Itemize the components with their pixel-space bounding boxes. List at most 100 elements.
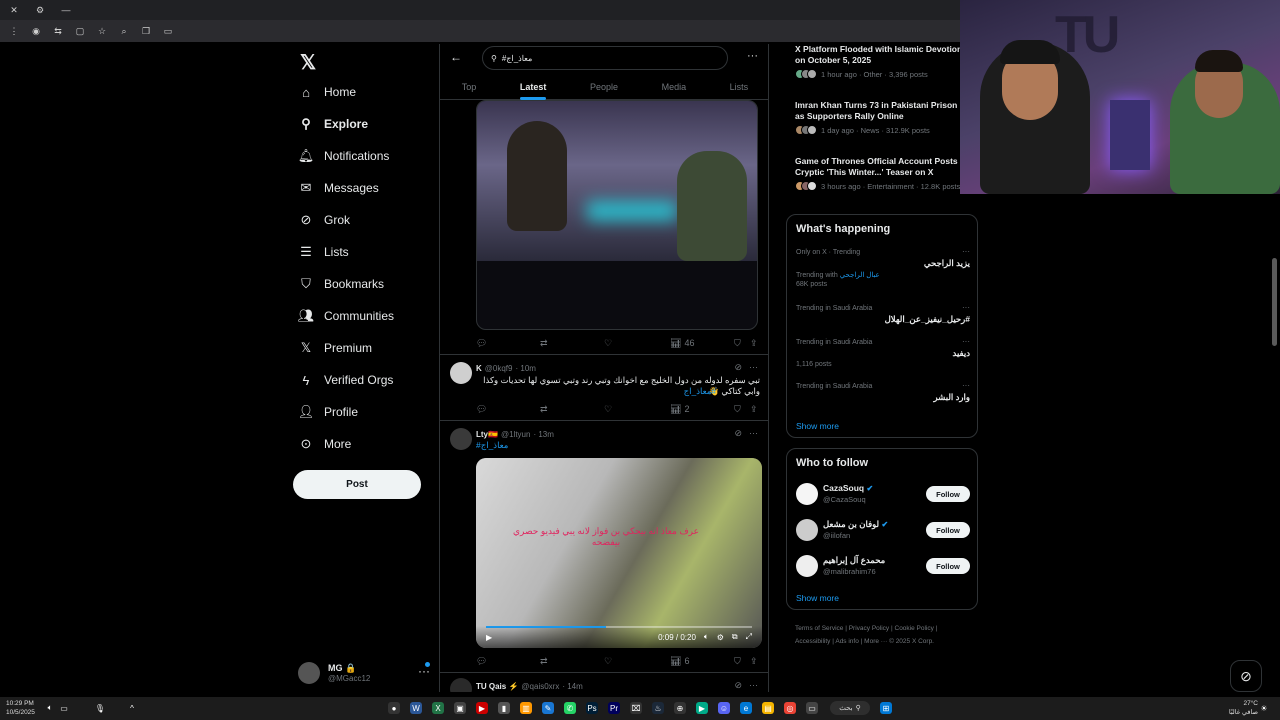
volume-icon[interactable]: 🔈︎: [44, 702, 56, 714]
reply-icon[interactable]: 💬︎: [476, 656, 487, 667]
nav-premium[interactable]: 𝕏 Premium: [298, 338, 372, 358]
app-icon[interactable]: ●: [388, 702, 400, 714]
pip-icon[interactable]: ⧉: [732, 632, 738, 642]
nav-home[interactable]: ⌂ Home: [298, 82, 356, 102]
more-dots-icon[interactable]: ···: [962, 381, 970, 390]
network-icon[interactable]: ▭: [58, 702, 70, 714]
more-dots-icon[interactable]: ···: [418, 664, 430, 678]
taskbar-search[interactable]: بحث ⚲: [830, 701, 870, 715]
edge-icon[interactable]: e: [740, 702, 752, 714]
share-icon[interactable]: ⇪: [750, 338, 758, 349]
tweet-time[interactable]: · 14m: [562, 682, 582, 691]
app-icon[interactable]: ⌧: [630, 702, 642, 714]
footer-link[interactable]: Cookie Policy: [895, 625, 934, 632]
mic-icon[interactable]: 🎙︎: [94, 702, 106, 714]
settings-icon[interactable]: ⚙: [34, 4, 46, 16]
more-dots-icon[interactable]: ···: [962, 337, 970, 346]
x-logo-icon[interactable]: 𝕏: [300, 50, 316, 75]
footer-link[interactable]: Ads info: [835, 638, 859, 645]
menu-icon[interactable]: ⋮: [8, 25, 20, 37]
grok-icon[interactable]: ⊘: [734, 428, 742, 439]
news-item[interactable]: X Platform Flooded with Islamic Devotion…: [795, 44, 965, 79]
avatar[interactable]: [450, 428, 472, 450]
nav-notifications[interactable]: 🔔︎ Notifications: [298, 146, 390, 166]
settings-icon[interactable]: ⚙: [717, 633, 724, 642]
views-count[interactable]: 📊︎ 46: [670, 338, 694, 349]
hashtag-link[interactable]: #معاذ_اج: [476, 440, 760, 451]
more-dots-icon[interactable]: ···: [749, 428, 758, 438]
folder-icon[interactable]: ▤: [762, 702, 774, 714]
nav-communities[interactable]: 👥︎ Communities: [298, 306, 394, 326]
nav-profile[interactable]: 👤︎ Profile: [298, 402, 358, 422]
more-dots-icon[interactable]: ···: [962, 303, 970, 312]
views-count[interactable]: 📊︎ 6: [670, 656, 689, 667]
pin-icon[interactable]: ⌕: [118, 25, 130, 37]
app-icon[interactable]: ⊕: [674, 702, 686, 714]
follow-suggestion[interactable]: محمدع آل إبراهيم @malibrahim76 Follow: [796, 553, 970, 579]
more-dots-icon[interactable]: ···: [749, 680, 758, 690]
windows-start-icon[interactable]: ⊞: [880, 702, 892, 714]
avatar[interactable]: [450, 678, 472, 692]
like-icon[interactable]: ♡: [604, 338, 612, 349]
premiere-icon[interactable]: Pr: [608, 702, 620, 714]
more-dots-icon[interactable]: ···: [962, 247, 970, 256]
trend-item[interactable]: Trending in Saudi Arabia ··· وارد البشر: [796, 381, 970, 403]
chevron-up-icon[interactable]: ^: [126, 702, 138, 714]
app-icon[interactable]: ▣: [454, 702, 466, 714]
follow-button[interactable]: Follow: [926, 522, 970, 538]
retweet-icon[interactable]: ⇄: [540, 404, 548, 415]
nav-more[interactable]: ⊙ More: [298, 434, 352, 454]
tab-media[interactable]: Media: [662, 74, 687, 100]
copy-icon[interactable]: ❐: [140, 25, 152, 37]
footer-link[interactable]: Privacy Policy: [849, 625, 889, 632]
reply-icon[interactable]: 💬︎: [476, 338, 487, 349]
chrome-icon[interactable]: ◎: [784, 702, 796, 714]
extension-icon[interactable]: ◉: [30, 25, 42, 37]
like-icon[interactable]: ♡: [604, 404, 612, 415]
nav-explore[interactable]: ⚲ Explore: [298, 114, 368, 134]
tab-people[interactable]: People: [590, 74, 618, 100]
show-more-link[interactable]: Show more: [796, 421, 839, 431]
share-icon[interactable]: ⇪: [750, 404, 758, 415]
grok-icon[interactable]: ⊘: [734, 362, 742, 373]
trend-item[interactable]: Trending in Saudi Arabia ··· ديفيد 1,116…: [796, 337, 970, 368]
photoshop-icon[interactable]: Ps: [586, 702, 598, 714]
discord-icon[interactable]: ☺: [718, 702, 730, 714]
volume-icon[interactable]: 🔈︎: [704, 632, 709, 642]
account-switcher[interactable]: MG 🔒 @MGacc12 ···: [298, 658, 438, 688]
taskbar-clock[interactable]: 10:29 PM 10/5/2025: [6, 699, 35, 717]
more-dots-icon[interactable]: ···: [747, 50, 758, 62]
grok-floating-button[interactable]: ⊘: [1230, 660, 1262, 692]
trend-link[interactable]: عبال الراجحي: [840, 272, 880, 279]
views-count[interactable]: 📊︎ 2: [670, 404, 689, 415]
scrollbar[interactable]: [1272, 258, 1277, 346]
like-icon[interactable]: ♡: [604, 656, 612, 667]
bookmark-icon[interactable]: ⛉: [734, 338, 741, 349]
nav-lists[interactable]: ☰ Lists: [298, 242, 349, 262]
bookmark-icon[interactable]: ⛉: [734, 404, 741, 415]
follow-button[interactable]: Follow: [926, 486, 970, 502]
youtube-icon[interactable]: ▶: [476, 702, 488, 714]
search-input[interactable]: ⚲ #معاذ_اج: [482, 46, 728, 70]
trend-item[interactable]: Only on X · Trending ··· يزيد الراجحي Tr…: [796, 247, 970, 288]
reply-icon[interactable]: 💬︎: [476, 404, 487, 415]
app-icon[interactable]: ▭: [806, 702, 818, 714]
tweet-video[interactable]: عرف معاذ انه بيحكي بن فواز لانه يبي فيدي…: [476, 458, 762, 648]
news-item[interactable]: Game of Thrones Official Account Posts C…: [795, 156, 965, 191]
screen-icon[interactable]: ▭: [162, 25, 174, 37]
tweet-author[interactable]: TU Qais ⚡: [476, 682, 518, 691]
follow-suggestion[interactable]: لوفان بن مشعل ✔ @iilofan Follow: [796, 517, 970, 543]
tweet-author[interactable]: Lty🇪🇸: [476, 430, 498, 439]
whatsapp-icon[interactable]: ✆: [564, 702, 576, 714]
share-icon[interactable]: ⇪: [750, 656, 758, 667]
retweet-icon[interactable]: ⇄: [540, 656, 548, 667]
retweet-icon[interactable]: ⇄: [540, 338, 548, 349]
app-icon[interactable]: ✎: [542, 702, 554, 714]
nav-grok[interactable]: ⊘ Grok: [298, 210, 350, 230]
word-icon[interactable]: W: [410, 702, 422, 714]
play-icon[interactable]: ▶: [486, 633, 492, 642]
nav-bookmarks[interactable]: ⛉ Bookmarks: [298, 274, 384, 294]
tweet-author[interactable]: K: [476, 364, 482, 373]
app-icon[interactable]: ▶: [696, 702, 708, 714]
more-dots-icon[interactable]: ···: [749, 362, 758, 372]
